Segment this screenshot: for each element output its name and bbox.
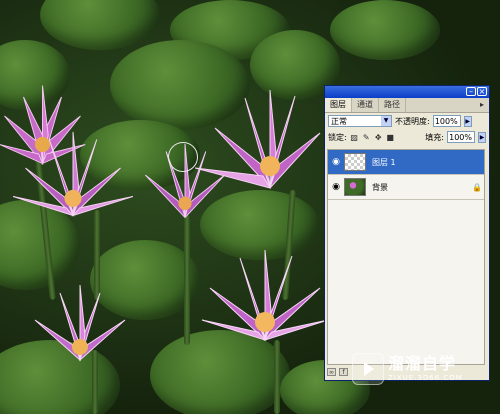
link-layers-icon[interactable]: ∞ [327, 368, 336, 376]
layers-palette: – × 图层 通道 路径 ▸ 正常 ▼ 不透明度: 100% ▶ 锁定: ▨ ✎… [324, 85, 490, 381]
lock-all-icon[interactable]: ■ [386, 133, 395, 142]
layer-style-icon[interactable]: f [339, 368, 348, 376]
watermark-title: 溜溜自学 [388, 354, 457, 373]
blend-row: 正常 ▼ 不透明度: 100% ▶ [325, 113, 489, 129]
lily-pad [40, 0, 160, 50]
lock-row: 锁定: ▨ ✎ ✥ ■ 填充: 100% ▶ [325, 129, 489, 145]
layer-row[interactable]: ◉ 背景 🔒 [328, 175, 484, 200]
lock-label: 锁定: [328, 132, 347, 142]
lock-icon: 🔒 [472, 182, 482, 192]
layer-thumbnail [344, 178, 366, 196]
lotus-flower [13, 131, 133, 217]
close-icon[interactable]: × [477, 87, 487, 96]
eye-icon[interactable]: ◉ [328, 182, 344, 192]
fill-slider-button[interactable]: ▶ [478, 131, 486, 143]
fill-input[interactable]: 100% [447, 131, 475, 143]
chevron-down-icon: ▼ [381, 116, 391, 126]
layer-name: 背景 [372, 182, 388, 192]
lily-pad [330, 0, 440, 60]
lock-position-icon[interactable]: ✥ [374, 133, 383, 142]
tab-layers[interactable]: 图层 [325, 98, 352, 112]
opacity-slider-button[interactable]: ▶ [463, 115, 472, 127]
flower-stem [184, 215, 190, 345]
eye-icon[interactable]: ◉ [328, 157, 344, 167]
blend-mode-value: 正常 [331, 117, 347, 126]
watermark-url: ZIXUE.3D66.COM [388, 374, 463, 382]
watermark: 溜溜自学 ZIXUE.3D66.COM [352, 348, 472, 390]
tab-channels[interactable]: 通道 [352, 98, 379, 112]
lotus-flower [195, 89, 321, 189]
tab-paths[interactable]: 路径 [379, 98, 406, 112]
blend-mode-select[interactable]: 正常 ▼ [328, 115, 392, 127]
fill-label: 填充: [425, 132, 444, 142]
opacity-label: 不透明度: [395, 116, 430, 126]
palette-menu-icon[interactable]: ▸ [477, 100, 487, 110]
palette-tabs: 图层 通道 路径 ▸ [325, 98, 489, 113]
lock-transparency-icon[interactable]: ▨ [350, 133, 359, 142]
play-logo-icon [352, 353, 384, 385]
lotus-flower [34, 285, 126, 362]
layer-name: 图层 1 [372, 157, 396, 167]
layer-row[interactable]: ◉ 图层 1 [328, 150, 484, 175]
lock-image-icon[interactable]: ✎ [362, 133, 371, 142]
layers-list: ◉ 图层 1 ◉ 背景 🔒 [327, 149, 485, 365]
opacity-input[interactable]: 100% [432, 115, 461, 127]
flower-stem [274, 340, 280, 414]
palette-titlebar[interactable]: – × [325, 86, 489, 98]
layer-thumbnail [344, 153, 366, 171]
minimize-icon[interactable]: – [466, 87, 476, 96]
brush-cursor-icon [168, 142, 198, 172]
lotus-flower [201, 249, 329, 342]
